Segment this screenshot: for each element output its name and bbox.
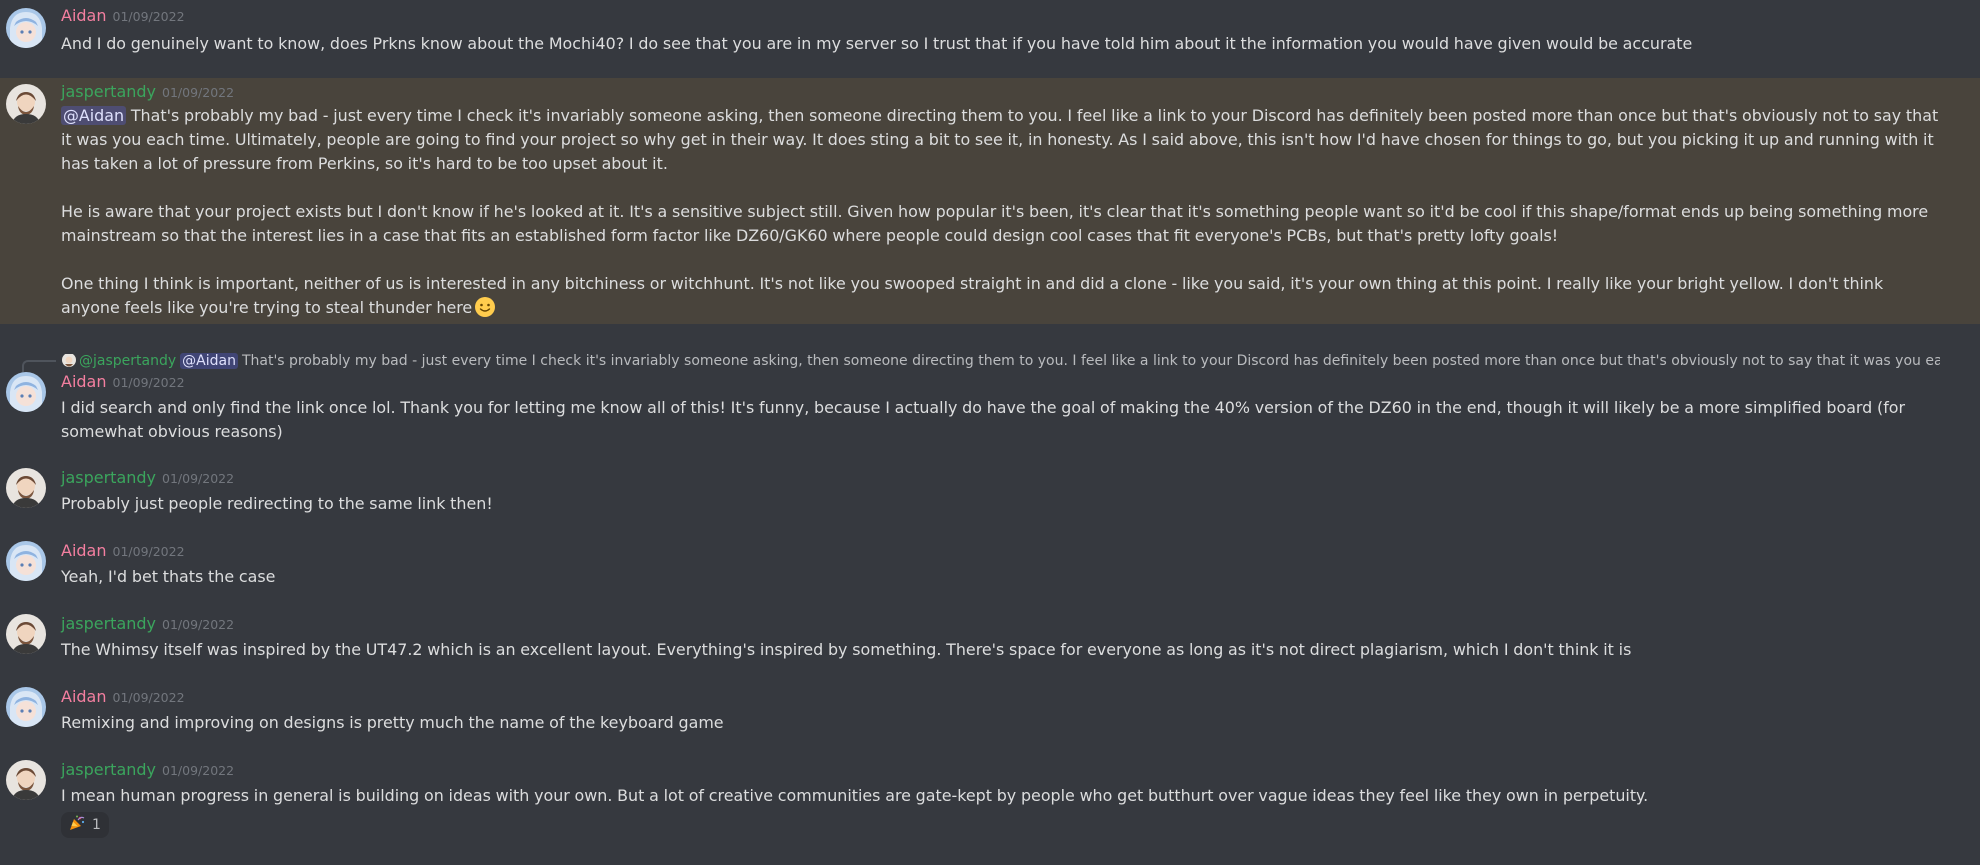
message-text: Probably just people redirecting to the … xyxy=(61,494,493,513)
reaction-button[interactable]: 1 xyxy=(61,812,109,838)
message-timestamp: 01/09/2022 xyxy=(162,85,235,100)
reaction-count: 1 xyxy=(92,817,101,833)
message-item[interactable]: Aidan 01/09/2022 Remixing and improving o… xyxy=(0,685,1980,743)
party-popper-icon xyxy=(68,814,86,836)
message-timestamp: 01/09/2022 xyxy=(112,9,185,24)
message-item[interactable]: jaspertandy 01/09/2022 @Aidan That's prob… xyxy=(0,78,1980,324)
message-timestamp: 01/09/2022 xyxy=(162,471,235,486)
message-item[interactable]: jaspertandy 01/09/2022 The Whimsy itself … xyxy=(0,612,1980,670)
author-name[interactable]: Aidan xyxy=(61,687,107,706)
author-name[interactable]: Aidan xyxy=(61,372,107,391)
reply-reference[interactable]: @jaspertandy @Aidan That's probably my bad… xyxy=(22,350,1940,372)
author-name[interactable]: Aidan xyxy=(61,6,107,25)
message-text: I mean human progress in general is buil… xyxy=(61,786,1649,805)
avatar[interactable] xyxy=(6,541,46,581)
message-text: Remixing and improving on designs is pre… xyxy=(61,713,724,732)
message-text: He is aware that your project exists but… xyxy=(61,202,1929,245)
message-timestamp: 01/09/2022 xyxy=(112,690,185,705)
avatar[interactable] xyxy=(6,614,46,654)
message-item[interactable]: jaspertandy 01/09/2022 I mean human progr… xyxy=(0,758,1980,858)
scroll-edge xyxy=(0,0,1980,3)
message-text: And I do genuinely want to know, does Pr… xyxy=(61,34,1693,53)
author-name[interactable]: jaspertandy xyxy=(61,468,156,487)
message-paragraph: He is aware that your project exists but… xyxy=(61,200,1940,248)
avatar[interactable] xyxy=(6,760,46,800)
message-text: Yeah, I'd bet thats the case xyxy=(61,567,276,586)
message-paragraph: One thing I think is important, neither … xyxy=(61,272,1940,320)
reply-author[interactable]: @jaspertandy xyxy=(79,353,176,369)
author-name[interactable]: jaspertandy xyxy=(61,614,156,633)
author-name[interactable]: Aidan xyxy=(61,541,107,560)
message-paragraph: @Aidan That's probably my bad - just eve… xyxy=(61,104,1940,176)
message-timestamp: 01/09/2022 xyxy=(112,375,185,390)
reply-preview-text: That's probably my bad - just every time… xyxy=(241,353,1940,369)
message-timestamp: 01/09/2022 xyxy=(162,763,235,778)
avatar[interactable] xyxy=(6,8,46,48)
avatar[interactable] xyxy=(6,84,46,124)
message-timestamp: 01/09/2022 xyxy=(112,544,185,559)
message-text: That's probably my bad - just every time… xyxy=(61,106,1939,173)
avatar[interactable] xyxy=(6,468,46,508)
reply-mention[interactable]: @Aidan xyxy=(180,353,238,369)
user-mention[interactable]: @Aidan xyxy=(61,106,127,125)
message-text: The Whimsy itself was inspired by the UT… xyxy=(61,640,1632,659)
message-item[interactable]: jaspertandy 01/09/2022 Probably just peop… xyxy=(0,466,1980,524)
avatar[interactable] xyxy=(6,372,46,412)
message-item[interactable]: Aidan 01/09/2022 I did search and only fi… xyxy=(0,370,1980,448)
slightly-smiling-face-icon xyxy=(474,296,496,318)
message-item[interactable]: Aidan 01/09/2022 And I do genuinely want … xyxy=(0,0,1980,62)
message-text: One thing I think is important, neither … xyxy=(61,274,1884,317)
chat-message-list: Aidan 01/09/2022 And I do genuinely want … xyxy=(0,0,1980,865)
message-item[interactable]: Aidan 01/09/2022 Yeah, I'd bet thats the … xyxy=(0,539,1980,597)
message-timestamp: 01/09/2022 xyxy=(162,617,235,632)
author-name[interactable]: jaspertandy xyxy=(61,82,156,101)
reply-avatar xyxy=(62,353,76,367)
avatar[interactable] xyxy=(6,687,46,727)
message-text: I did search and only find the link once… xyxy=(61,398,1906,441)
author-name[interactable]: jaspertandy xyxy=(61,760,156,779)
